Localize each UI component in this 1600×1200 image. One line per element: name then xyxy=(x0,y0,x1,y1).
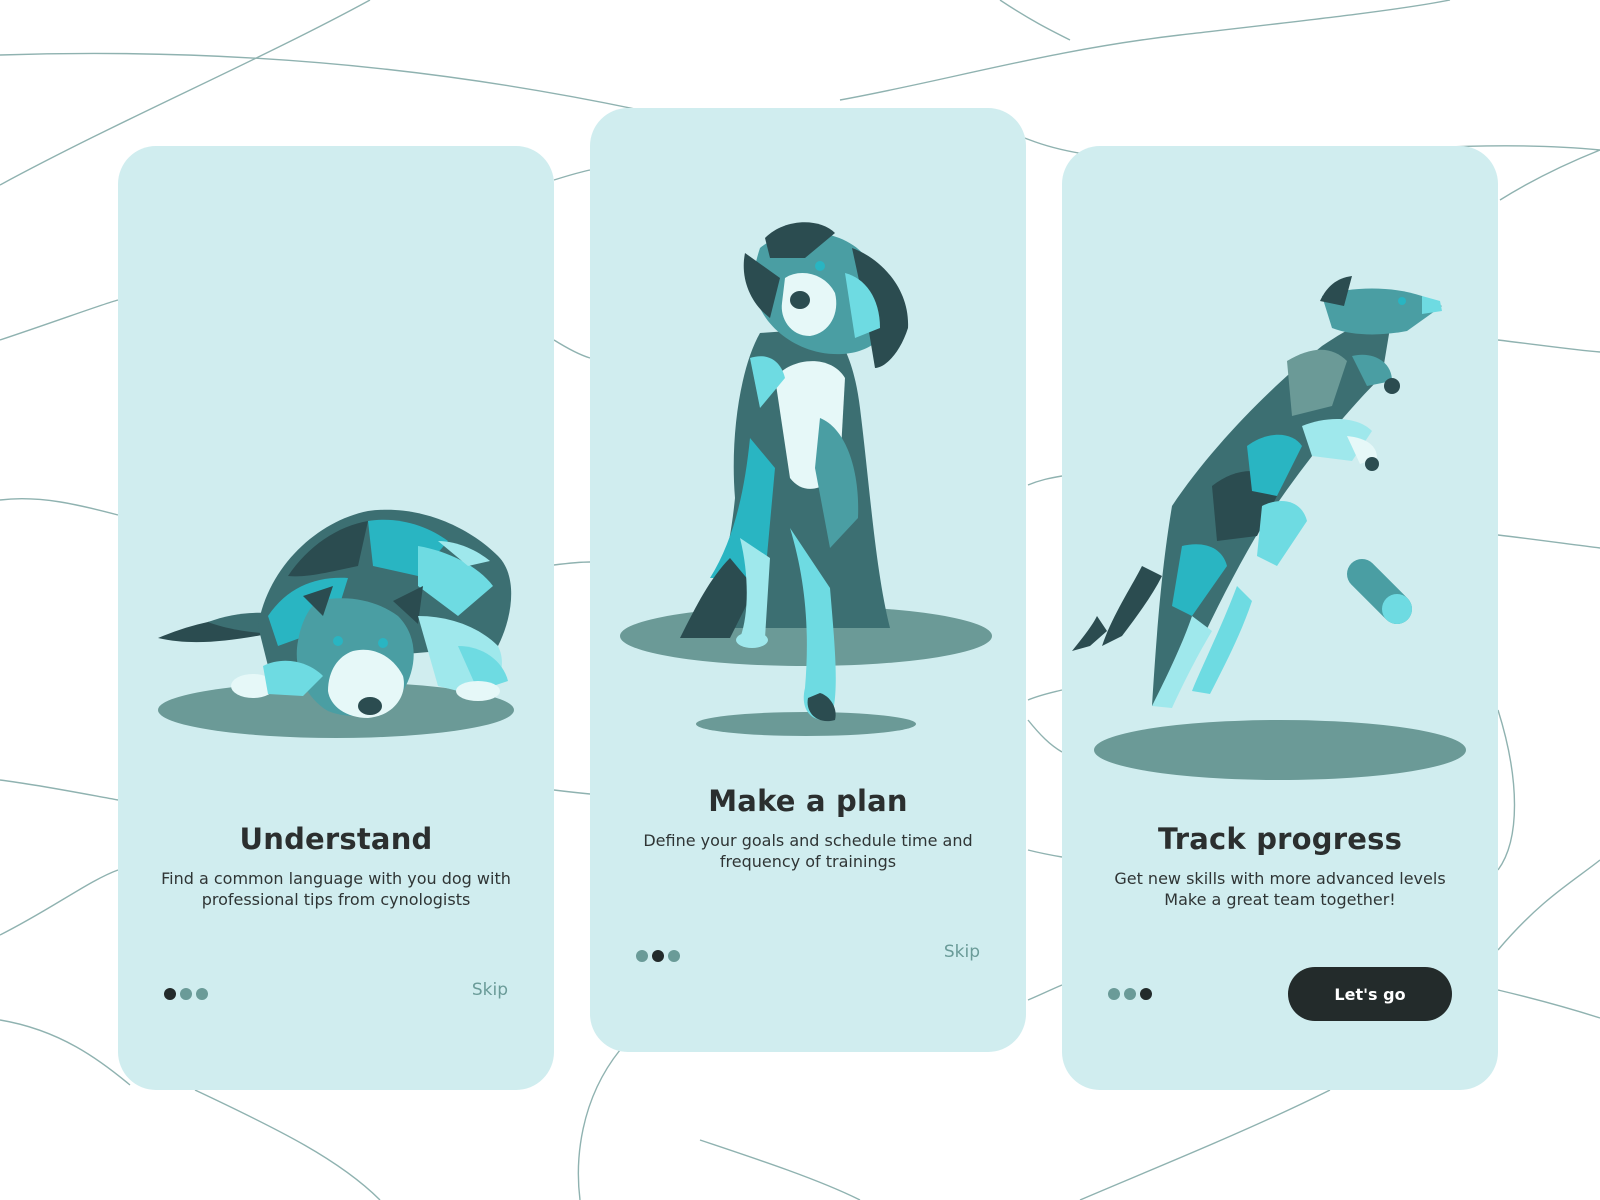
screen-description: Define your goals and schedule time and … xyxy=(620,830,996,872)
toy-stick-icon xyxy=(1347,559,1412,624)
page-dot[interactable] xyxy=(668,950,680,962)
screen-title: Track progress xyxy=(1157,822,1403,856)
page-dot[interactable] xyxy=(180,988,192,1000)
dog-lying-down-illustration xyxy=(158,509,514,738)
skip-button[interactable]: Skip xyxy=(944,942,980,962)
description-line: Find a common language with you dog with xyxy=(161,869,511,888)
screen-description: Get new skills with more advanced levels… xyxy=(1092,868,1468,910)
page-dot-active[interactable] xyxy=(1140,988,1152,1000)
description-line: Get new skills with more advanced levels xyxy=(1114,869,1446,888)
onboarding-card-track-progress: Track progress Get new skills with more … xyxy=(1062,146,1498,1090)
screen-title: Understand xyxy=(239,822,433,856)
onboarding-card-make-a-plan: Make a plan Define your goals and schedu… xyxy=(590,108,1026,1052)
page-dot[interactable] xyxy=(1108,988,1120,1000)
page-dot[interactable] xyxy=(636,950,648,962)
screen-description: Find a common language with you dog with… xyxy=(148,868,524,910)
dog-jumping-for-toy-illustration xyxy=(1072,276,1466,780)
page-dot[interactable] xyxy=(1124,988,1136,1000)
dog-sitting-head-tilt-illustration xyxy=(620,222,992,736)
description-line: professional tips from cynologists xyxy=(201,890,471,909)
pagination-dots xyxy=(636,950,680,962)
page-dot-active[interactable] xyxy=(164,988,176,1000)
pagination-dots xyxy=(164,988,208,1000)
description-line: Define your goals and schedule time and xyxy=(643,831,973,850)
description-line: frequency of trainings xyxy=(719,852,897,871)
onboarding-card-understand: Understand Find a common language with y… xyxy=(118,146,554,1090)
screen-title: Make a plan xyxy=(708,784,908,818)
page-dot-active[interactable] xyxy=(652,950,664,962)
page-dot[interactable] xyxy=(196,988,208,1000)
description-line: Make a great team together! xyxy=(1164,890,1396,909)
lets-go-button[interactable]: Let's go xyxy=(1288,967,1452,1021)
pagination-dots xyxy=(1108,988,1152,1000)
skip-button[interactable]: Skip xyxy=(472,980,508,1000)
